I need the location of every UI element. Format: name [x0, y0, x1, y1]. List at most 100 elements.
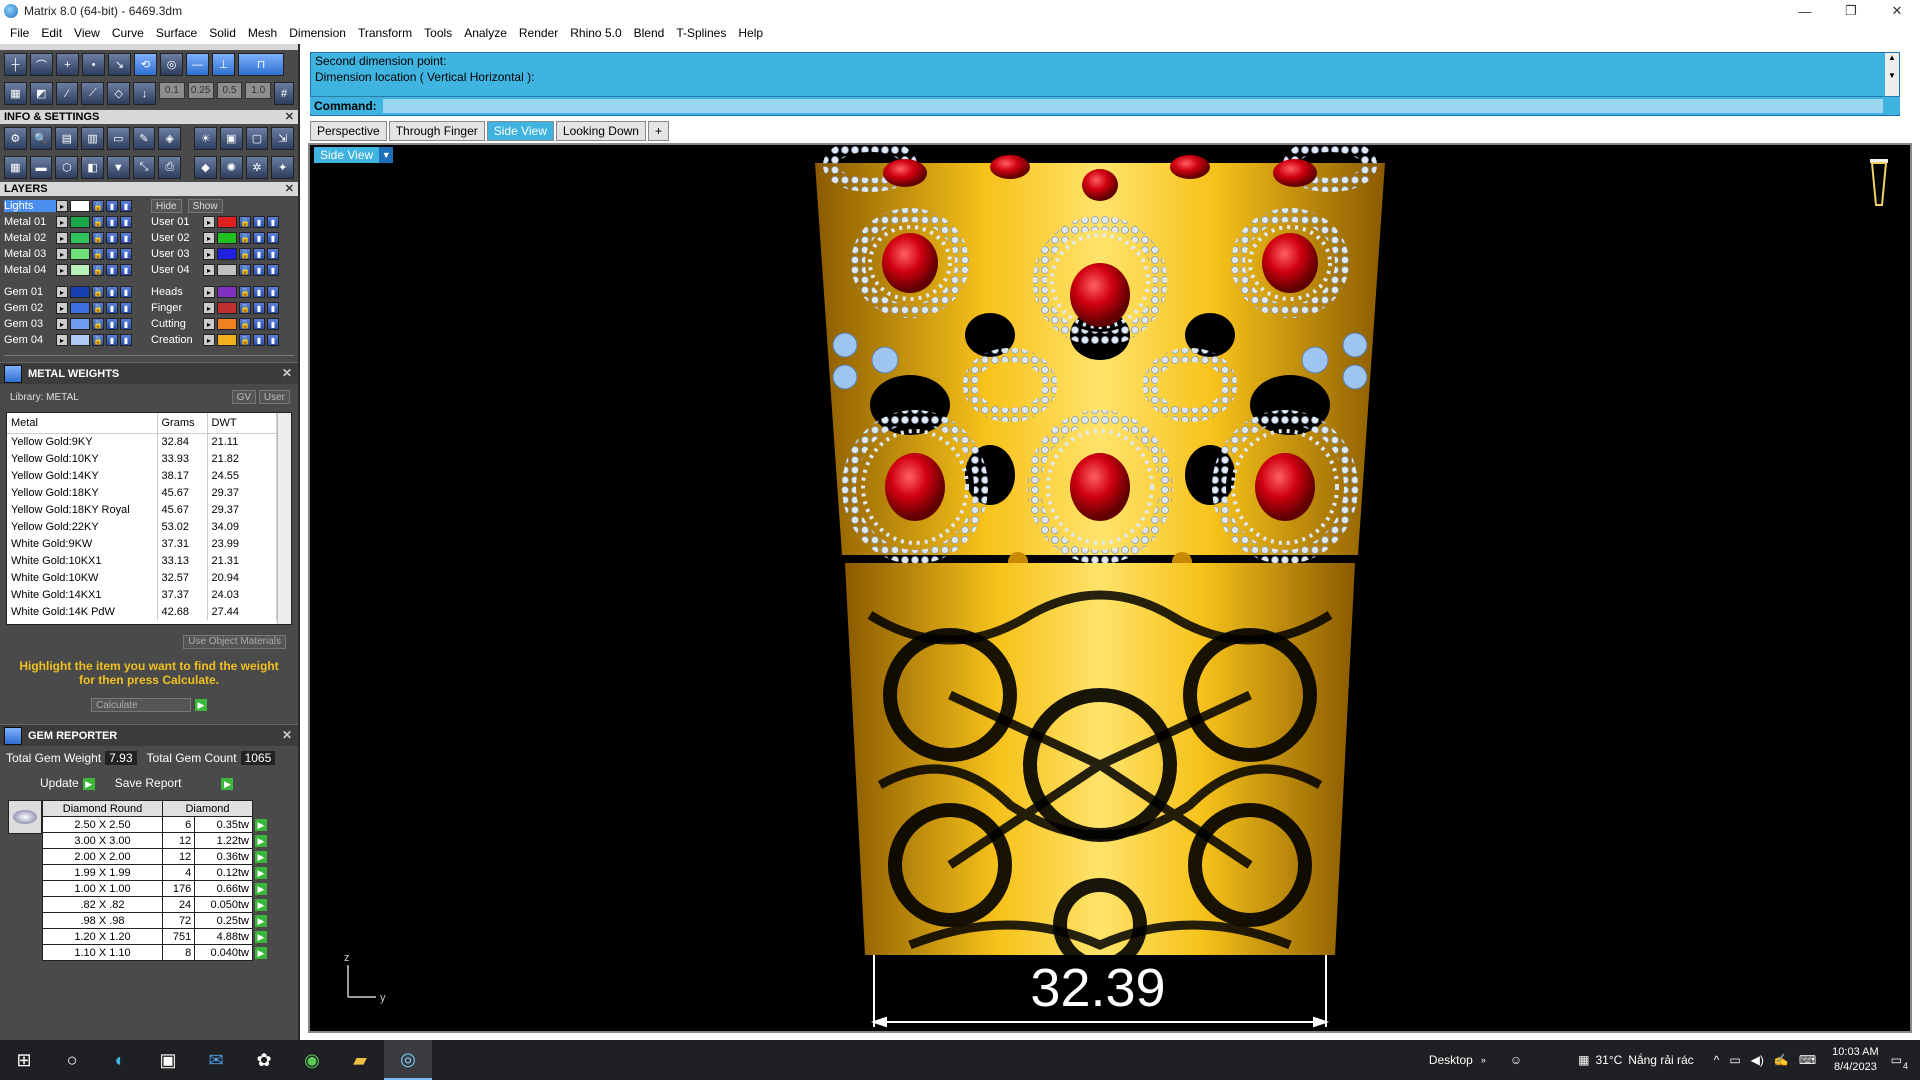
menu-view[interactable]: View [68, 26, 106, 40]
save-report-button[interactable]: Save Report [115, 776, 182, 790]
gem-row[interactable]: 1.10 X 1.10 8 0.040tw ▶ [42, 944, 268, 961]
layer-visible-icon[interactable]: ▮ [253, 264, 265, 276]
material-icon[interactable]: ▣ [219, 127, 243, 150]
layer-expand-icon[interactable]: ▸ [56, 302, 68, 314]
layer-expand-icon[interactable]: ▸ [203, 232, 215, 244]
gem-reporter-close-icon[interactable]: ✕ [282, 728, 292, 742]
layer-select-icon[interactable]: ▮ [267, 248, 279, 260]
layer-select-icon[interactable]: ▮ [267, 264, 279, 276]
layer-expand-icon[interactable]: ▸ [203, 286, 215, 298]
use-object-materials-button[interactable]: Use Object Materials [183, 634, 286, 649]
layer-visible-icon[interactable]: ▮ [253, 286, 265, 298]
minimize-button[interactable]: — [1782, 0, 1828, 22]
layer-visible-icon[interactable]: ▮ [106, 248, 118, 260]
menu-edit[interactable]: Edit [35, 26, 68, 40]
layer-row[interactable]: Lights ▸ 🔒 ▮ ▮ [4, 198, 147, 214]
layer-row[interactable]: Creation ▸ 🔒 ▮ ▮ [151, 332, 294, 348]
menu-surface[interactable]: Surface [150, 26, 203, 40]
gem-select-arrow-icon[interactable]: ▶ [255, 882, 267, 895]
menu-file[interactable]: File [4, 26, 35, 40]
layer-expand-icon[interactable]: ▸ [203, 302, 215, 314]
add-tab-button[interactable]: + [647, 121, 669, 141]
snap-value-10[interactable]: 1.0 [245, 82, 272, 99]
weather-text[interactable]: Nắng rải rác [1628, 1053, 1693, 1067]
shank-icon[interactable]: ✦ [271, 156, 295, 179]
layer-row[interactable]: Metal 03 ▸ 🔒 ▮ ▮ [4, 246, 147, 262]
windows-start-icon[interactable]: ⊞ [0, 1040, 48, 1080]
layer-name[interactable]: Gem 01 [4, 286, 56, 298]
layer-visible-icon[interactable]: ▮ [253, 232, 265, 244]
prong-icon[interactable]: ✲ [245, 156, 269, 179]
layer-visible-icon[interactable]: ▮ [106, 334, 118, 346]
layer-row[interactable]: User 01 ▸ 🔒 ▮ ▮ [151, 214, 294, 230]
layer-select-icon[interactable]: ▮ [120, 286, 132, 298]
gem-row[interactable]: 3.00 X 3.00 12 1.22tw ▶ [42, 832, 268, 849]
col-metal[interactable]: Metal [7, 413, 158, 434]
layer-lock-icon[interactable]: 🔒 [239, 334, 251, 346]
table-row[interactable]: Yellow Gold:22KY 53.02 34.09 [7, 518, 277, 535]
layer-color-swatch[interactable] [70, 200, 90, 212]
layer-row[interactable]: Gem 04 ▸ 🔒 ▮ ▮ [4, 332, 147, 348]
zoom-icon[interactable]: 🔍 [29, 127, 53, 150]
menu-tsplines[interactable]: T-Splines [670, 26, 732, 40]
layer-name[interactable]: Metal 03 [4, 248, 56, 260]
layer-lock-icon[interactable]: 🔒 [239, 232, 251, 244]
layer-row[interactable]: Gem 02 ▸ 🔒 ▮ ▮ [4, 300, 147, 316]
gem-select-arrow-icon[interactable]: ▶ [255, 850, 267, 863]
table-row[interactable]: White Gold:14K PdW 42.68 27.44 [7, 603, 277, 620]
layer-row[interactable]: Cutting ▸ 🔒 ▮ ▮ [151, 316, 294, 332]
layer-color-swatch[interactable] [70, 264, 90, 276]
layer-select-icon[interactable]: ▮ [267, 302, 279, 314]
search-icon[interactable]: ○ [48, 1040, 96, 1080]
table-row[interactable]: White Gold:9KW 37.31 23.99 [7, 535, 277, 552]
settings-gear-icon[interactable]: ⚙ [4, 127, 27, 150]
layer-name[interactable]: Metal 02 [4, 232, 56, 244]
layer-row[interactable]: Heads ▸ 🔒 ▮ ▮ [151, 284, 294, 300]
project-icon[interactable]: ◩ [29, 82, 53, 105]
gem-row[interactable]: .82 X .82 24 0.050tw ▶ [42, 896, 268, 913]
layer-visible-icon[interactable]: ▮ [106, 264, 118, 276]
layer-lock-icon[interactable]: 🔒 [92, 232, 104, 244]
gem-select-arrow-icon[interactable]: ▶ [255, 818, 267, 831]
layer-name[interactable]: Lights [4, 200, 56, 212]
layer-expand-icon[interactable]: ▸ [56, 216, 68, 228]
layer-row[interactable]: Gem 03 ▸ 🔒 ▮ ▮ [4, 316, 147, 332]
layer-expand-icon[interactable]: ▸ [203, 264, 215, 276]
layer-select-icon[interactable]: ▮ [267, 216, 279, 228]
layer-lock-icon[interactable]: 🔒 [92, 200, 104, 212]
layer-name[interactable]: User 04 [151, 264, 203, 276]
update-button[interactable]: Update [40, 776, 79, 790]
layer-expand-icon[interactable]: ▸ [56, 232, 68, 244]
snap-mid-icon[interactable]: ⟲ [134, 53, 157, 76]
layer-name[interactable]: Metal 01 [4, 216, 56, 228]
snap-end-icon[interactable]: ↘ [108, 53, 131, 76]
track-icon[interactable]: ⁄ [55, 82, 79, 105]
table-row[interactable]: Yellow Gold:10KY 33.93 21.82 [7, 450, 277, 467]
save-report-arrow-icon[interactable]: ▶ [221, 778, 234, 790]
layers-divider[interactable] [4, 350, 294, 356]
snap-perp-icon[interactable]: ⊥ [212, 53, 235, 76]
menu-render[interactable]: Render [513, 26, 564, 40]
matrix-taskbar-icon[interactable]: ◎ [384, 1040, 432, 1080]
gem-row[interactable]: .98 X .98 72 0.25tw ▶ [42, 912, 268, 929]
library-icon[interactable]: ▢ [245, 127, 269, 150]
gem-select-arrow-icon[interactable]: ▶ [255, 946, 267, 959]
table-row[interactable]: White Gold:14KX1 37.37 24.03 [7, 586, 277, 603]
command-input[interactable] [382, 98, 1883, 113]
layer-name[interactable]: Heads [151, 286, 203, 298]
layer-color-swatch[interactable] [70, 334, 90, 346]
layer-lock-icon[interactable]: 🔒 [92, 248, 104, 260]
layer-name[interactable]: User 03 [151, 248, 203, 260]
gem-row[interactable]: 2.00 X 2.00 12 0.36tw ▶ [42, 848, 268, 865]
layer-expand-icon[interactable]: ▸ [203, 248, 215, 260]
layer-name[interactable]: Gem 02 [4, 302, 56, 314]
show-all-button[interactable]: Show [187, 199, 223, 213]
calculate-button[interactable]: Calculate [91, 698, 191, 712]
menu-help[interactable]: Help [732, 26, 769, 40]
layer-select-icon[interactable]: ▮ [267, 232, 279, 244]
layer-name[interactable]: Creation [151, 334, 203, 346]
layer-color-swatch[interactable] [70, 248, 90, 260]
layer-lock-icon[interactable]: 🔒 [92, 334, 104, 346]
window-icon[interactable]: ▬ [29, 156, 53, 179]
layer-expand-icon[interactable]: ▸ [56, 248, 68, 260]
